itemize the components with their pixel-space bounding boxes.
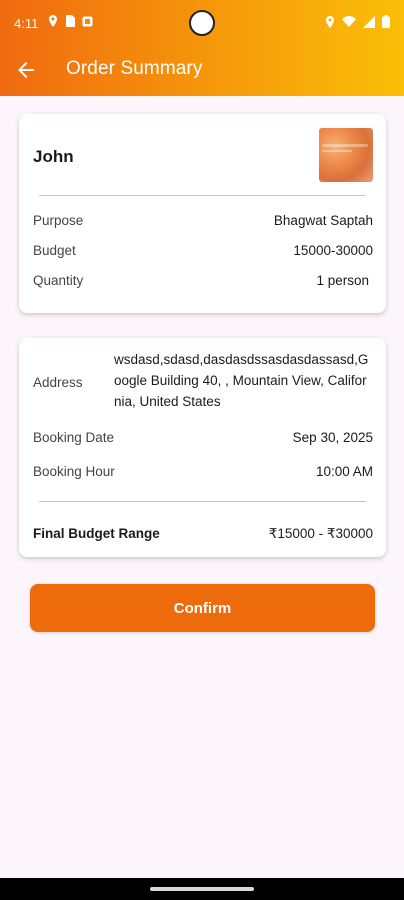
signal-icon bbox=[363, 15, 375, 28]
purpose-label: Purpose bbox=[33, 213, 84, 228]
status-icons-left bbox=[48, 15, 93, 27]
app-bar: Order Summary bbox=[0, 44, 404, 96]
sim-card-icon bbox=[65, 15, 75, 27]
camera-cutout bbox=[189, 10, 215, 36]
home-indicator[interactable] bbox=[150, 887, 254, 891]
notification-icon bbox=[82, 16, 93, 27]
budget-value: 15000-30000 bbox=[293, 243, 373, 258]
booking-hour-value: 10:00 AM bbox=[315, 464, 373, 479]
booking-date-value: Sep 30, 2025 bbox=[292, 430, 373, 445]
booking-date-label: Booking Date bbox=[33, 430, 115, 445]
page-title: Order Summary bbox=[66, 58, 203, 79]
system-navigation-bar bbox=[0, 878, 404, 900]
customer-card: John Purpose Bhagwat Saptah Budget 15000… bbox=[19, 114, 386, 313]
quantity-value: 1 person bbox=[316, 273, 369, 288]
location-pin-icon bbox=[48, 15, 58, 27]
arrow-left-icon[interactable] bbox=[14, 58, 38, 82]
budget-label: Budget bbox=[33, 243, 76, 258]
confirm-button[interactable]: Confirm bbox=[30, 584, 375, 632]
quantity-label: Quantity bbox=[33, 273, 84, 288]
booking-hour-label: Booking Hour bbox=[33, 464, 115, 479]
header: 4:11 Order Summary bbox=[0, 0, 404, 96]
address-label: Address bbox=[33, 375, 83, 390]
customer-name: John bbox=[33, 147, 74, 166]
battery-icon bbox=[382, 15, 390, 28]
status-time: 4:11 bbox=[14, 16, 39, 31]
final-budget-label: Final Budget Range bbox=[33, 526, 160, 541]
divider bbox=[39, 501, 366, 502]
status-icons-right bbox=[325, 15, 390, 28]
address-value: wsdasd,sdasd,dasdasdssasdasdassasd,Googl… bbox=[114, 352, 369, 409]
location-icon bbox=[325, 15, 335, 28]
status-bar: 4:11 bbox=[0, 0, 404, 44]
wifi-icon bbox=[342, 16, 356, 27]
booking-details-card: Address wsdasd,sdasd,dasdasdssasdasdassa… bbox=[19, 338, 386, 557]
service-thumbnail-image bbox=[319, 128, 373, 182]
divider bbox=[39, 195, 366, 196]
purpose-value: Bhagwat Saptah bbox=[273, 213, 373, 228]
final-budget-value: ₹15000 - ₹30000 bbox=[268, 526, 373, 541]
